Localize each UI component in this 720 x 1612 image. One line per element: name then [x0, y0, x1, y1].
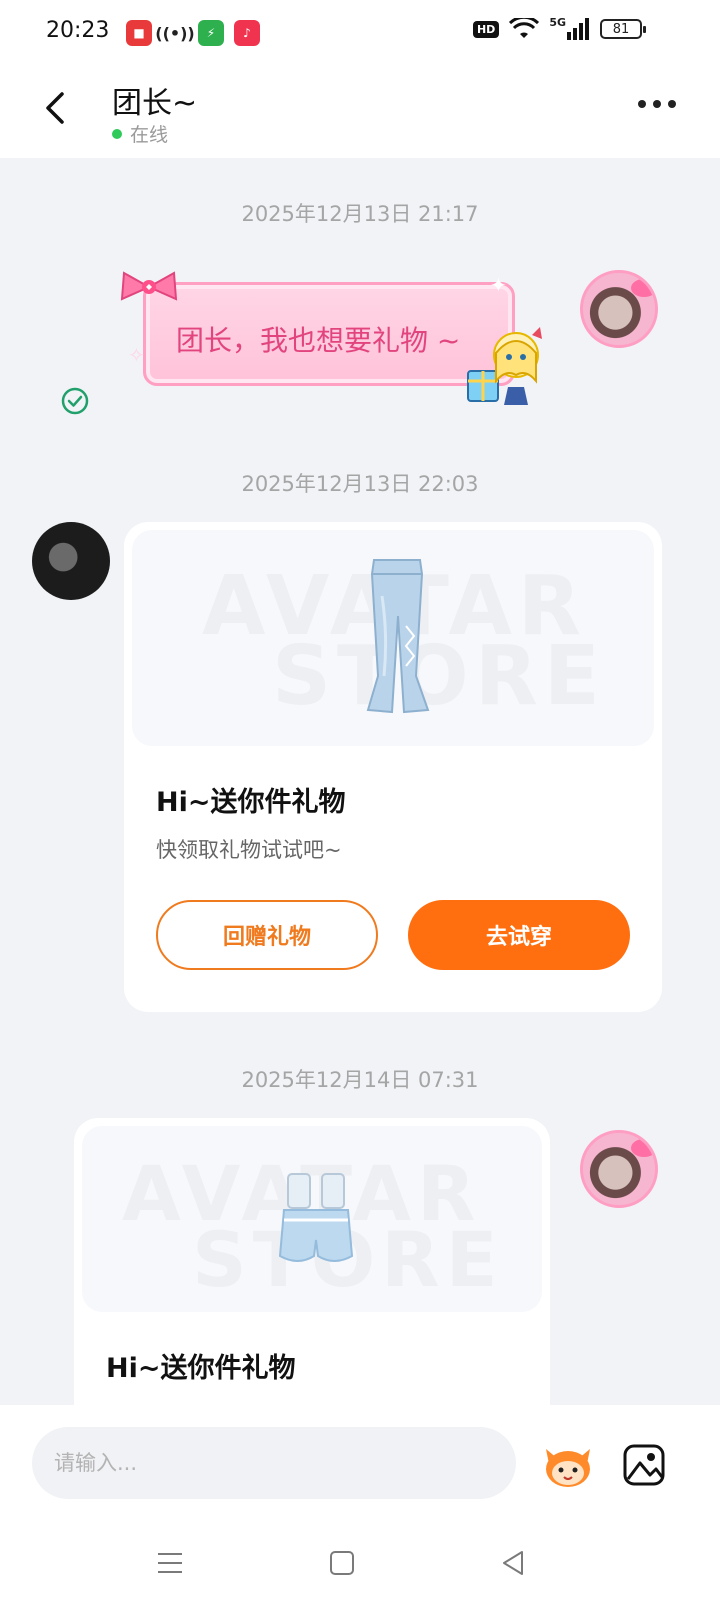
music-app-icon: ♪: [234, 20, 260, 46]
sparkle-decoration: ✦: [490, 273, 507, 297]
menu-icon[interactable]: [156, 1551, 184, 1575]
gift-image-area: AVATAR STORE: [132, 530, 654, 746]
self-avatar[interactable]: [580, 1130, 658, 1208]
gift-card[interactable]: AVATAR STORE Hi~送你件礼物 快领取礼物试试吧~ 回赠礼物 去试穿: [124, 522, 662, 1012]
online-status-text: 在线: [130, 124, 169, 146]
gift-title: Hi~送你件礼物: [156, 787, 346, 818]
gift-card[interactable]: AVATAR STORE Hi~送你件礼物: [74, 1118, 550, 1405]
contact-avatar[interactable]: [32, 522, 110, 600]
battery-level: 81: [612, 21, 630, 37]
mascot-icon[interactable]: [540, 1439, 596, 1489]
system-nav-bar: [0, 1511, 720, 1612]
more-icon[interactable]: [638, 100, 676, 108]
online-status: 在线: [112, 120, 168, 147]
battery-indicator: 81: [600, 19, 646, 39]
message-timestamp: 2025年12月13日 22:03: [241, 472, 479, 496]
status-time: 20:23: [46, 18, 110, 43]
hotspot-icon: ((•)): [155, 23, 195, 43]
gift-image-area: AVATAR STORE: [82, 1126, 542, 1312]
jeans-gift-image: [366, 559, 430, 714]
home-icon[interactable]: [330, 1551, 354, 1575]
status-bar: 20:23 ■ ((•)) ⚡ ♪ HD 5G 81: [0, 0, 720, 64]
charging-app-icon: ⚡: [198, 20, 224, 46]
nav-back-icon[interactable]: [500, 1549, 526, 1577]
sticker-message-text: 团长，我也想要礼物 ~: [176, 324, 461, 357]
app-notification-icon: ■: [126, 20, 152, 46]
back-arrow-icon[interactable]: [38, 88, 74, 128]
watermark-text: STORE: [272, 629, 606, 724]
check-circle-icon: [61, 387, 89, 415]
chibi-character-sticker: [467, 327, 542, 405]
chat-header: 团长~ 在线: [0, 64, 720, 158]
message-timestamp: 2025年12月13日 21:17: [241, 202, 479, 226]
signal-icon: [567, 18, 589, 40]
system-indicators: HD 5G 81: [472, 15, 646, 40]
wifi-icon: [509, 18, 540, 38]
notification-icons: ■ ((•)) ⚡ ♪: [126, 20, 260, 46]
return-gift-button[interactable]: 回赠礼物: [156, 900, 378, 970]
sparkle-decoration: ✧: [128, 343, 145, 367]
network-type: 5G: [549, 15, 566, 29]
sticker-message-bubble[interactable]: ✦ ✧ 团长，我也想要礼物 ~: [120, 271, 542, 405]
message-timestamp: 2025年12月14日 07:31: [241, 1068, 479, 1092]
gift-subtitle: 快领取礼物试试吧~: [156, 838, 342, 862]
online-dot: [112, 128, 122, 139]
self-avatar[interactable]: [580, 270, 658, 348]
try-on-button[interactable]: 去试穿: [408, 900, 630, 970]
contact-name: 团长~: [112, 86, 198, 121]
input-bar: [0, 1405, 720, 1511]
image-icon[interactable]: [622, 1443, 666, 1487]
chat-area[interactable]: 2025年12月13日 21:17 ✦ ✧ 团长，我也想要礼物 ~ 2025年1…: [0, 158, 720, 1405]
bow-decoration: [120, 271, 178, 301]
hd-badge: HD: [472, 20, 500, 38]
gift-title: Hi~送你件礼物: [106, 1353, 296, 1384]
message-input[interactable]: [32, 1427, 516, 1499]
shorts-gift-image: [278, 1173, 354, 1262]
